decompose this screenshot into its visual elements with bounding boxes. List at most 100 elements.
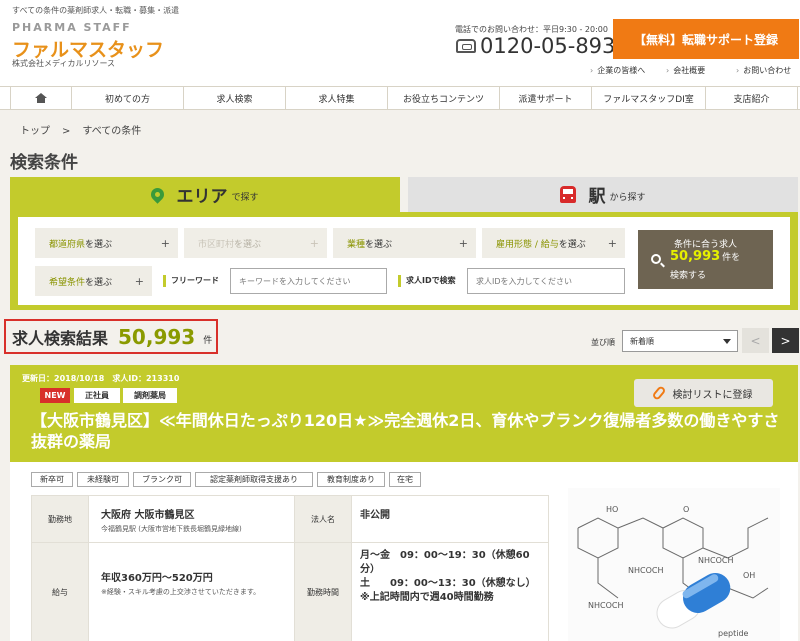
job-title-link[interactable]: 【大阪市鶴見区】≪年間休日たっぷり120日★≫完全週休2日、育休やブランク復帰者… [31,410,781,452]
search-action-label: 検索する [670,271,707,281]
tab-station-search[interactable]: 駅 から探す [408,177,798,212]
nav-first-time[interactable]: 初めての方 [72,87,184,109]
highlight-text: 希望条件 [49,277,86,288]
link-company-overview[interactable]: › 会社概要 [666,65,705,76]
tab-area-search[interactable]: エリア で探す [10,177,400,212]
plus-icon: + [309,236,319,250]
train-icon [560,186,577,203]
nav-branches[interactable]: 支店紹介 [706,87,798,109]
nav-job-search[interactable]: 求人検索 [184,87,286,109]
save-to-list-button[interactable]: 検討リストに登録 [634,379,773,407]
feature-tag: 未経験可 [77,472,129,487]
location-cell: 大阪府 大阪市鶴見区 今福鶴見駅 (大阪市営地下鉄長堀鶴見緑地線) [89,496,294,542]
svg-text:O: O [683,505,689,514]
conditions-select-button[interactable]: 希望条件を選ぶ + [35,266,152,296]
link-label: お問い合わせ [743,66,792,75]
results-unit: 件 [203,336,213,346]
station-value: 今福鶴見駅 (大阪市営地下鉄長堀鶴見緑地線) [101,525,242,533]
results-count: 50,993 [118,324,196,349]
label-rest: を選ぶ [85,277,113,288]
sort-select[interactable]: 新着順 [622,330,738,352]
conditions-select-label: 希望条件を選ぶ [49,275,112,288]
search-submit-button[interactable]: 条件に合う求人 50,993 件を 検索する [638,230,773,289]
svg-text:NHCOCH: NHCOCH [588,601,623,610]
jobid-input[interactable] [467,268,625,294]
svg-text:peptide: peptide [718,629,749,638]
job-photo: HO O NHCOCH NHCOCH OH NHCOCH peptide [568,488,780,641]
search-icon [651,254,661,264]
nav-dispatch-support[interactable]: 派遣サポート [500,87,592,109]
link-label: 会社概要 [673,66,706,75]
save-to-list-label: 検討リストに登録 [672,389,753,401]
corp-label: 法人名 [295,496,351,542]
main-nav: 初めての方 求人検索 求人特集 お役立ちコンテンツ 派遣サポート ファルマスタッ… [0,86,800,110]
prefecture-select-label: 都道府県を選ぶ [49,237,112,250]
breadcrumb-separator: > [62,126,71,137]
nav-home[interactable] [10,87,72,109]
location-value: 大阪府 大阪市鶴見区 [101,510,195,521]
corp-cell: 非公開 [352,496,548,542]
chevron-right-icon: › [666,66,670,75]
logo-text-en[interactable]: PHARMA STAFF [12,21,132,34]
freeword-label: フリーワード [163,275,219,287]
phone-icon [456,39,476,53]
link-label: 企業の皆様へ [597,66,646,75]
highlight-text: 都道府県 [49,239,86,250]
breadcrumb-current: すべての条件 [82,126,142,137]
highlight-text: 雇用形態 / 給与 [496,239,559,250]
search-count-unit: 件を [722,253,741,263]
feature-tag: 新卒可 [31,472,73,487]
plus-icon: + [607,236,617,250]
paperclip-icon [650,385,667,401]
svg-text:HO: HO [606,505,618,514]
business-select-label: 業種を選ぶ [347,237,392,250]
feature-tag: ブランク可 [133,472,191,487]
sort-label: 並び順 [591,338,615,347]
feature-tag: 在宅 [389,472,421,487]
business-select-button[interactable]: 業種を選ぶ + [333,228,476,258]
employment-select-label: 雇用形態 / 給与を選ぶ [496,237,586,250]
chevron-right-icon: › [736,66,740,75]
location-label: 勤務地 [32,496,88,542]
home-icon [35,93,47,103]
hours-note: ※上記時間内で週40時間勤務 [360,592,494,603]
label-rest: を選ぶ [558,239,586,250]
nav-di-room[interactable]: ファルマスタッフDI室 [592,87,706,109]
label-rest: を選ぶ [234,239,262,250]
hours-cell: 月〜金 09：00〜19：30（休憩60分） 土 09：00〜13：30（休憩な… [352,543,548,641]
page-title: 検索条件 [10,153,78,173]
register-button[interactable]: 【無料】転職サポート登録 [613,19,799,59]
breadcrumb-top[interactable]: トップ [20,126,50,137]
corp-value: 非公開 [360,510,390,521]
highlight-text: 市区町村 [198,239,235,250]
chevron-down-icon [723,339,731,344]
salary-cell: 年収360万円〜520万円 ※経験・スキル考慮の上交渉させていただきます。 [89,543,294,641]
nav-job-features[interactable]: 求人特集 [286,87,388,109]
prev-page-button[interactable]: < [742,328,769,353]
link-for-companies[interactable]: › 企業の皆様へ [590,65,645,76]
site-tagline: すべての条件の薬剤師求人・転職・募集・派遣 [12,6,180,15]
job-meta: 更新日：2018/10/18 求人ID：213310 [22,374,180,383]
highlight-text: 業種 [347,239,366,250]
salary-note: ※経験・スキル考慮の上交渉させていただきます。 [101,588,261,596]
next-page-button[interactable]: > [772,328,799,353]
map-pin-icon [148,185,168,204]
freeword-input[interactable] [230,268,387,294]
svg-text:NHCOCH: NHCOCH [698,556,733,565]
prefecture-select-button[interactable]: 都道府県を選ぶ + [35,228,178,258]
link-contact[interactable]: › お問い合わせ [736,65,791,76]
molecule-capsule-illustration: HO O NHCOCH NHCOCH OH NHCOCH peptide [568,488,780,641]
phone-number[interactable]: 0120-05-8931 [480,34,629,58]
sort-value: 新着順 [630,336,654,346]
employment-select-button[interactable]: 雇用形態 / 給与を選ぶ + [482,228,625,258]
tab-area-label: エリア [176,187,228,207]
tab-area-sublabel: で探す [231,193,259,203]
nav-useful-content[interactable]: お役立ちコンテンツ [388,87,500,109]
city-select-button[interactable]: 市区町村を選ぶ + [184,228,327,258]
tab-station-sublabel: から探す [609,193,646,203]
plus-icon: + [458,236,468,250]
chevron-right-icon: › [590,66,594,75]
feature-tag: 教育制度あり [317,472,385,487]
badge-business: 調剤薬局 [123,388,177,403]
svg-text:NHCOCH: NHCOCH [628,566,663,575]
